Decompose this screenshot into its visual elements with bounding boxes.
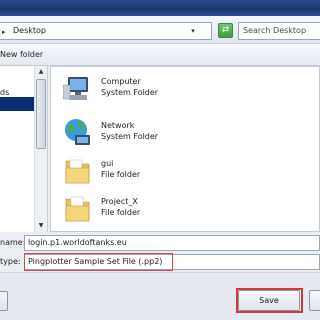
search-placeholder: Search Desktop	[243, 26, 307, 35]
file-name: Computer	[101, 77, 141, 86]
cancel-button[interactable]	[309, 290, 320, 311]
search-input[interactable]: Search Desktop	[238, 22, 320, 40]
save-highlight	[236, 288, 303, 313]
file-name: Network	[101, 121, 135, 130]
computer-icon	[63, 77, 88, 100]
browse-folders-button[interactable]	[0, 291, 8, 311]
address-path[interactable]: Desktop	[13, 26, 46, 35]
filename-value[interactable]: login.p1.worldoftanks.eu	[28, 238, 127, 247]
file-fields: name: login.p1.worldoftanks.eu type: Pin…	[0, 232, 320, 272]
address-bar: ▸ Desktop ▾ ⇄ Search Desktop	[0, 16, 320, 44]
nav-scrollbar[interactable]: ▲ ▼	[34, 66, 47, 232]
nav-item-selected[interactable]	[0, 97, 34, 111]
folder-icon	[65, 159, 90, 184]
navigation-pane: ds ▲ ▼	[0, 66, 48, 232]
filename-input[interactable]: login.p1.worldoftanks.eu	[24, 235, 320, 251]
dialog-footer: Save	[0, 272, 320, 320]
file-type: File folder	[101, 208, 141, 217]
file-name: Project_X	[101, 197, 138, 206]
file-type: System Folder	[101, 88, 159, 97]
title-bar	[0, 0, 320, 16]
file-type: System Folder	[101, 132, 159, 141]
chevron-down-icon[interactable]: ▾	[185, 23, 201, 39]
file-type: File folder	[101, 170, 141, 179]
chevron-right-icon[interactable]: ▸	[2, 28, 6, 36]
refresh-icon: ⇄	[221, 25, 230, 35]
folder-icon	[65, 196, 90, 222]
scroll-up-icon[interactable]: ▲	[35, 66, 47, 78]
file-item-computer[interactable]: Computer System Folder	[63, 73, 263, 113]
new-folder-button[interactable]: New folder	[0, 50, 43, 59]
file-list: Computer System Folder Network System Fo…	[50, 66, 320, 232]
refresh-button[interactable]: ⇄	[218, 23, 233, 38]
filetype-highlight	[24, 253, 173, 271]
file-name: gui	[101, 159, 114, 168]
filetype-label: type:	[0, 257, 21, 266]
address-field[interactable]: ▸ Desktop ▾	[0, 22, 212, 40]
scroll-down-icon[interactable]: ▼	[35, 220, 47, 232]
scroll-thumb[interactable]	[36, 79, 46, 149]
toolbar: New folder	[0, 44, 320, 66]
network-icon	[65, 119, 90, 145]
filename-label: name:	[0, 238, 26, 247]
file-item-project-x[interactable]: Project_X File folder	[63, 193, 263, 233]
nav-item[interactable]: ds	[0, 88, 9, 97]
file-item-network[interactable]: Network System Folder	[63, 117, 263, 157]
file-item-gui[interactable]: gui File folder	[63, 155, 263, 195]
